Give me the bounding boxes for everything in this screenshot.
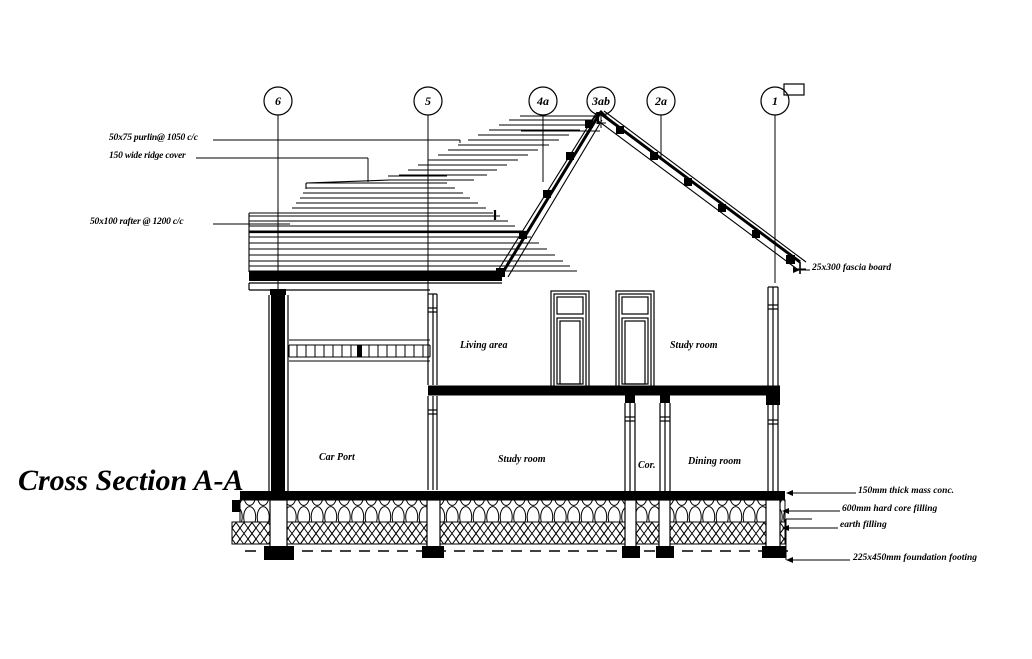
wall-right-upper: [767, 286, 779, 389]
grid-bubble-label-6[interactable]: 6: [258, 94, 298, 109]
wall-right-lower: [766, 395, 780, 492]
room-label-dining-room: Dining room: [688, 456, 742, 467]
room-label-car-port: Car Port: [319, 452, 355, 463]
wall-corridor-left: [624, 395, 636, 492]
hardcore-filling: [239, 499, 786, 523]
upper-window-right: [615, 290, 655, 388]
grid-bubble-label-2a[interactable]: 2a: [641, 94, 681, 109]
wall-corridor-right: [659, 395, 671, 492]
purlin-note: 50x75 purlin@ 1050 c/c: [109, 133, 198, 143]
leader-lines-right: [782, 267, 856, 563]
roof-purlin-lines-middle: [288, 182, 493, 214]
ridge-cover-note: 150 wide ridge cover: [109, 151, 186, 161]
fascia-board-note: 25x300 fascia board: [812, 263, 892, 273]
upper-window-left: [550, 290, 590, 388]
floor-slab: [428, 385, 780, 396]
balustrade: [288, 339, 431, 362]
room-label-study-room-lower: Study room: [498, 454, 546, 465]
grid-bubble-label-5[interactable]: 5: [408, 94, 448, 109]
left-eave-soffit: [248, 272, 502, 291]
left-slope-rafter-ticks: [493, 112, 600, 220]
grid-bubble-label-1[interactable]: 1: [755, 94, 795, 109]
hardcore-filling-note: 600mm hard core filling: [842, 504, 938, 514]
room-label-corridor: Cor.: [638, 460, 656, 471]
wall-grid-4a-lower: [427, 396, 438, 490]
drawing-title: Cross Section A-A: [18, 464, 244, 497]
grid-bubble-label-4a[interactable]: 4a: [523, 94, 563, 109]
earth-filling-note: earth filling: [840, 520, 887, 530]
foundation-footing-note: 225x450mm foundation footing: [853, 553, 978, 563]
drawing-canvas: 6 5 4a 3ab 2a 1 50x75 purlin@ 1050 c/c 1…: [0, 0, 1032, 659]
grid-bubble-label-3ab[interactable]: 3ab: [581, 94, 621, 109]
left-slope-purlins: [496, 120, 593, 277]
earth-filling: [231, 521, 786, 545]
room-label-study-room-upper: Study room: [670, 340, 718, 351]
mass-concrete-note: 150mm thick mass conc.: [858, 486, 955, 496]
room-label-living-area: Living area: [460, 340, 508, 351]
carport-column: [268, 289, 289, 500]
rafter-note: 50x100 rafter @ 1200 c/c: [90, 217, 184, 227]
